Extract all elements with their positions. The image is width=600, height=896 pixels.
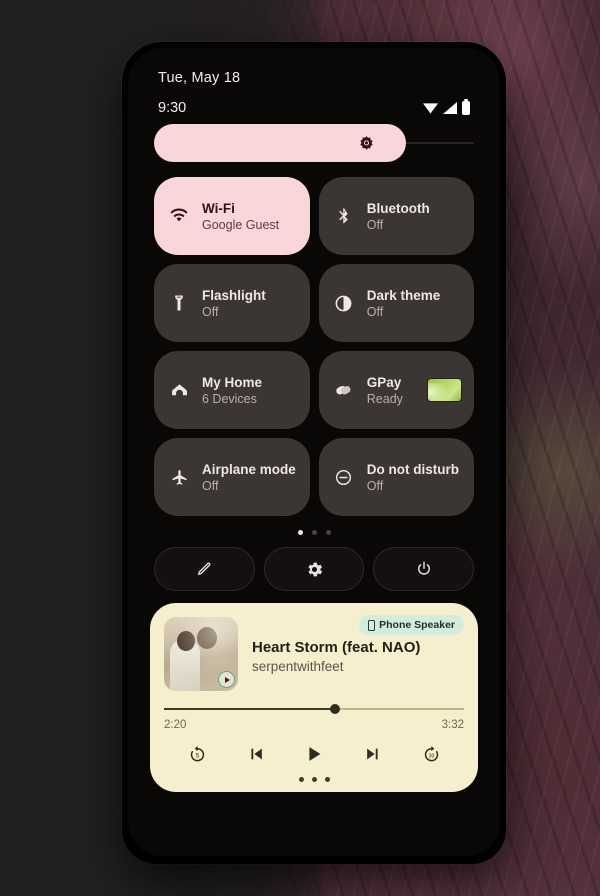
date-label: Tue, May 18 (158, 70, 241, 86)
tile-sublabel: Ready (366, 391, 403, 406)
phone-device-frame: Tue, May 18 9:30 Wi-Fi Google Guest Blue… (122, 42, 506, 864)
tile-my-home[interactable]: My Home 6 Devices (154, 351, 310, 429)
do-not-disturb-icon (333, 466, 355, 488)
gear-icon (305, 560, 324, 579)
tile-airplane-mode[interactable]: Airplane mode Off (154, 438, 310, 516)
tile-sublabel: Off (202, 304, 219, 319)
date-bar: Tue, May 18 (128, 48, 500, 86)
power-button[interactable] (373, 547, 475, 591)
bluetooth-icon (333, 205, 355, 227)
media-page-indicator (164, 769, 464, 784)
album-art[interactable] (164, 617, 238, 691)
tile-sublabel: Off (366, 217, 384, 232)
tile-label: Airplane mode (202, 461, 296, 477)
tile-label: Flashlight (202, 287, 266, 303)
output-device-chip[interactable]: Phone Speaker (359, 615, 464, 635)
duration-time: 3:32 (441, 719, 464, 731)
tile-label: Dark theme (366, 287, 441, 303)
cell-signal-icon (443, 102, 457, 114)
status-bar: 9:30 (128, 86, 500, 116)
flashlight-icon (168, 292, 190, 314)
next-track-button[interactable] (358, 739, 388, 769)
dark-theme-icon (333, 292, 355, 314)
gpay-card-thumbnail (428, 379, 461, 401)
tile-label: My Home (202, 374, 263, 390)
svg-text:5: 5 (195, 752, 199, 759)
previous-track-button[interactable] (241, 739, 271, 769)
home-icon (168, 379, 190, 401)
page-indicator (128, 516, 500, 535)
media-page-dot[interactable] (298, 777, 304, 782)
tile-sublabel: Off (366, 478, 384, 493)
gpay-icon (333, 379, 355, 401)
battery-icon (462, 98, 470, 115)
wifi-icon (423, 103, 438, 114)
phone-icon (368, 619, 376, 631)
tile-dark-theme[interactable]: Dark theme Off (318, 264, 474, 342)
track-artist: serpentwithfeet (252, 659, 344, 674)
status-icons (423, 98, 470, 115)
page-dot[interactable] (297, 530, 303, 535)
phone-screen: Tue, May 18 9:30 Wi-Fi Google Guest Blue… (128, 48, 500, 856)
tile-gpay[interactable]: GPay Ready (318, 351, 474, 429)
tile-label: Wi-Fi (202, 200, 235, 216)
output-device-label: Phone Speaker (379, 619, 455, 631)
seek-bar[interactable] (164, 704, 464, 714)
power-icon (415, 560, 433, 578)
edit-pencil-icon (195, 560, 213, 578)
play-badge-icon[interactable] (218, 671, 235, 688)
tile-wifi[interactable]: Wi-Fi Google Guest (154, 177, 310, 255)
media-player-card: Phone Speaker Heart Storm (feat. NAO) se… (150, 603, 478, 792)
tile-do-not-disturb[interactable]: Do not disturb Off (318, 438, 474, 516)
edit-tiles-button[interactable] (154, 547, 255, 591)
media-controls: 5 30 (164, 731, 464, 769)
wifi-icon (168, 205, 190, 227)
quick-settings-tiles: Wi-Fi Google Guest Bluetooth Off Flashli… (128, 164, 500, 516)
settings-button[interactable] (263, 547, 365, 591)
track-title: Heart Storm (feat. NAO) (252, 639, 421, 656)
rewind-5-button[interactable]: 5 (182, 739, 212, 769)
tile-sublabel: Google Guest (202, 217, 280, 232)
tile-bluetooth[interactable]: Bluetooth Off (318, 177, 474, 255)
media-page-dot[interactable] (311, 777, 317, 782)
time-labels: 2:20 3:32 (164, 719, 464, 731)
tile-label: Bluetooth (366, 200, 430, 216)
action-buttons-row (128, 535, 500, 591)
tile-sublabel: Off (366, 304, 384, 319)
tile-label: Do not disturb (366, 461, 460, 477)
airplane-icon (168, 466, 190, 488)
play-button[interactable] (299, 739, 329, 769)
svg-text:30: 30 (428, 753, 434, 759)
forward-30-button[interactable]: 30 (416, 739, 446, 769)
media-page-dot[interactable] (324, 777, 330, 782)
seek-fill (164, 708, 335, 710)
brightness-icon (358, 135, 375, 152)
tile-flashlight[interactable]: Flashlight Off (154, 264, 310, 342)
page-dot[interactable] (311, 530, 317, 535)
tile-sublabel: Off (202, 478, 219, 493)
tile-sublabel: 6 Devices (202, 391, 257, 406)
clock-label: 9:30 (158, 100, 187, 116)
elapsed-time: 2:20 (164, 719, 187, 731)
seek-knob[interactable] (330, 704, 340, 714)
brightness-slider[interactable] (128, 116, 500, 164)
tile-label: GPay (366, 374, 402, 390)
page-dot[interactable] (325, 530, 331, 535)
